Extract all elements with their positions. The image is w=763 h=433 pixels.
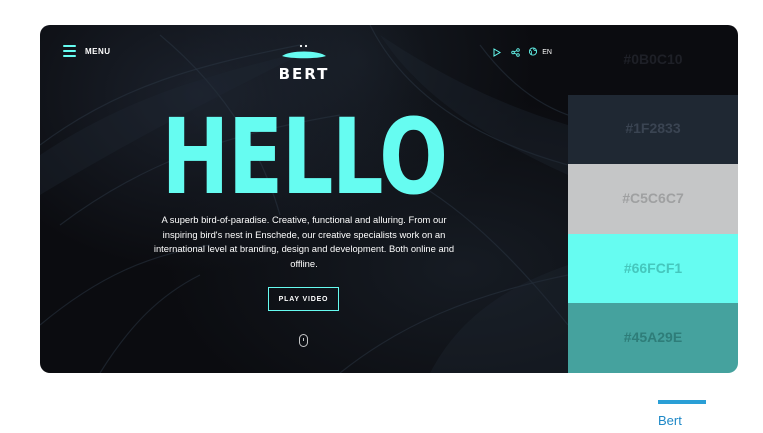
- hero-description: A superb bird-of-paradise. Creative, fun…: [153, 214, 455, 269]
- swatch-label: #1F2833: [625, 120, 681, 137]
- menu-icon: [63, 45, 76, 57]
- swatch-0: #0B0C10: [568, 25, 738, 95]
- play-icon[interactable]: [492, 47, 502, 57]
- color-palette: #0B0C10 #1F2833 #C5C6C7 #66FCF1 #45A29E: [568, 25, 738, 373]
- swatch-1: #1F2833: [568, 94, 738, 165]
- language-label[interactable]: EN: [542, 49, 552, 56]
- top-icons: EN: [492, 47, 552, 57]
- play-video-button[interactable]: PLAY VIDEO: [268, 287, 339, 311]
- swatch-label: #66FCF1: [623, 259, 683, 276]
- logo-text: BERT: [278, 65, 330, 83]
- swatch-4: #45A29E: [568, 303, 738, 373]
- mouse-scroll-icon[interactable]: [299, 334, 308, 347]
- menu-button[interactable]: MENU: [63, 45, 111, 57]
- caption-link[interactable]: Bert: [658, 413, 706, 428]
- swatch-label: #45A29E: [623, 329, 683, 346]
- hero-headline: HELLO: [161, 96, 449, 218]
- logo[interactable]: BERT: [274, 43, 334, 83]
- menu-label: MENU: [85, 46, 111, 56]
- hero-screenshot: MENU BERT EN HELLO A superb bird-of-para…: [40, 25, 568, 373]
- swatch-label: #0B0C10: [623, 50, 683, 67]
- swatch-3: #66FCF1: [568, 233, 738, 304]
- showcase-card: MENU BERT EN HELLO A superb bird-of-para…: [40, 25, 738, 373]
- caption[interactable]: Bert: [658, 400, 706, 428]
- globe-icon[interactable]: [528, 47, 538, 57]
- swatch-2: #C5C6C7: [568, 164, 738, 234]
- share-icon[interactable]: [510, 47, 520, 57]
- caption-accent-bar: [658, 400, 706, 404]
- swatch-label: #C5C6C7: [622, 189, 684, 206]
- bird-logo-icon: [282, 44, 326, 59]
